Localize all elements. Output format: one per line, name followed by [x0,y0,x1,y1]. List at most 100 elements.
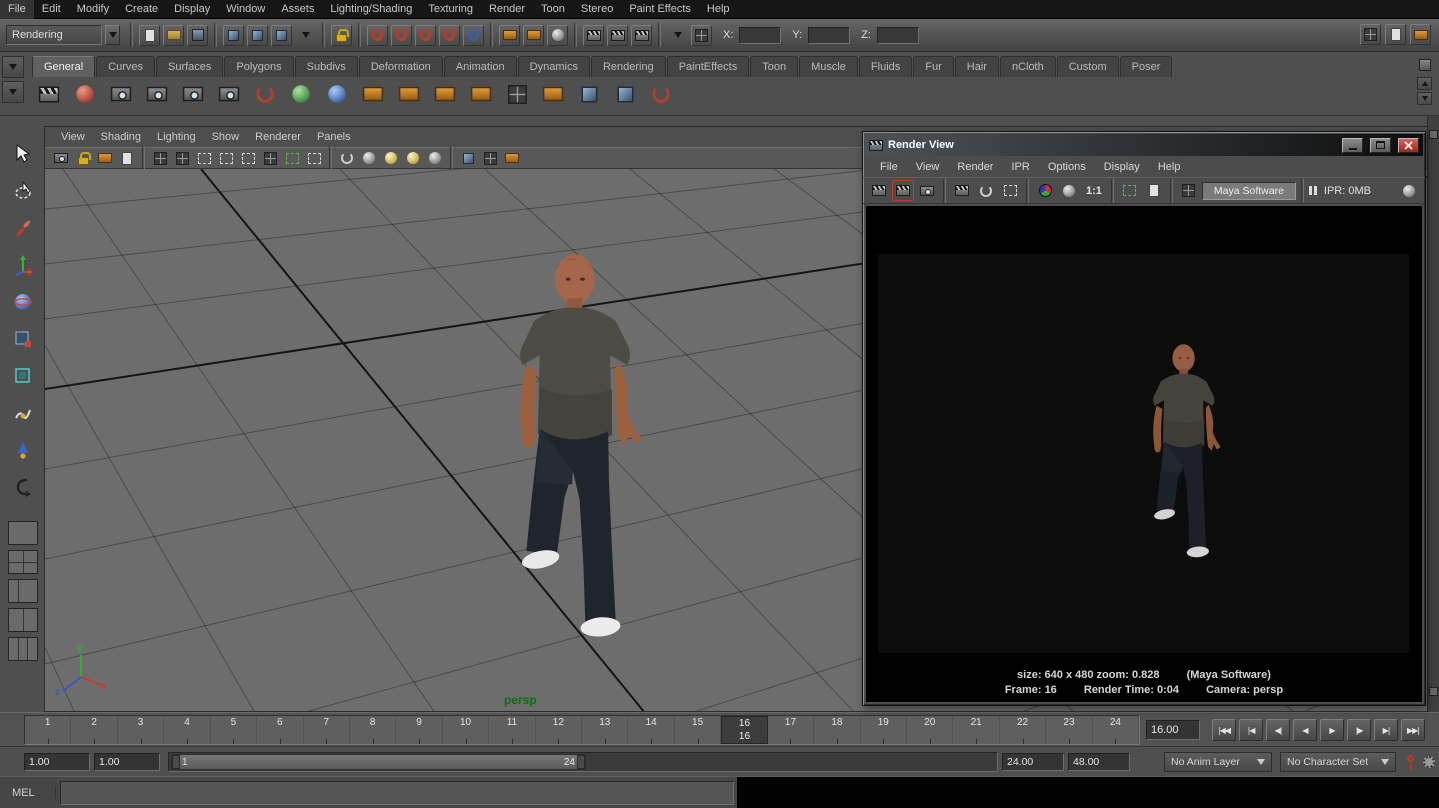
layout-three-pane-icon[interactable] [8,637,38,661]
toggle-ui-top-icon[interactable] [1429,130,1438,139]
timeline-ruler[interactable]: 16 16 1234567891011121314151617181920212… [24,715,1140,745]
range-slider-handle[interactable]: 1 24 [171,754,586,770]
connection-editor-icon[interactable] [538,79,568,109]
close-button[interactable] [1398,138,1419,153]
image-plane-icon[interactable] [150,149,170,167]
shelf-tab[interactable]: Deformation [359,56,443,77]
playback-button-play-backward[interactable]: ◀ [1293,719,1317,741]
playback-start-field[interactable] [94,753,160,771]
timeline-tick[interactable]: 5 [211,716,257,744]
menubar-item[interactable]: Window [218,0,273,19]
channel-box-toggle-icon[interactable] [1410,24,1431,45]
shelf-tab[interactable]: Curves [96,56,155,77]
isolate-select-icon[interactable] [458,149,478,167]
timeline-tick[interactable]: 14 [628,716,674,744]
container-icon[interactable] [574,79,604,109]
timeline-tick[interactable]: 19 [861,716,907,744]
construction-history-icon[interactable] [547,25,568,46]
menubar-item[interactable]: Display [166,0,218,19]
timeline-tick[interactable]: 13 [582,716,628,744]
rotate-sphere-icon[interactable] [286,79,316,109]
lasso-tool-icon[interactable] [7,175,39,207]
shelf-scroll-down-icon[interactable] [1417,92,1432,105]
shelf-tab[interactable]: Toon [750,56,798,77]
minimize-button[interactable] [1342,138,1363,153]
timeline-tick[interactable]: 4 [164,716,210,744]
timeline-tick[interactable]: 6 [257,716,303,744]
timeline-tick[interactable]: 8 [350,716,396,744]
stacked-container-icon[interactable] [610,79,640,109]
shaded-sphere-icon[interactable] [322,79,352,109]
playback-button-step-forward-key[interactable]: ▶| [1374,719,1398,741]
menubar-item[interactable]: Texturing [420,0,481,19]
x-coordinate-input[interactable] [739,27,781,44]
snap-to-grid-icon[interactable] [367,25,388,46]
animation-preferences-icon[interactable] [1418,751,1439,772]
character-model[interactable] [477,245,667,663]
node-graph-icon[interactable] [430,79,460,109]
snap-to-view-plane-icon[interactable] [439,25,460,46]
wireframe-display-icon[interactable] [337,149,357,167]
timeline-tick[interactable]: 21 [953,716,999,744]
shelf-tab[interactable]: Custom [1057,56,1119,77]
timeline-tick[interactable]: 9 [396,716,442,744]
playback-button-go-to-start[interactable]: |◀◀ [1212,719,1236,741]
shaded-display-icon[interactable] [359,149,379,167]
bookmark-icon[interactable] [117,149,137,167]
camera-attributes-icon[interactable] [95,149,115,167]
keep-image-icon[interactable] [1143,180,1165,201]
resolution-gate-icon[interactable] [216,149,236,167]
select-hierarchy-icon[interactable] [223,25,244,46]
shelf-tab[interactable]: Dynamics [518,56,590,77]
command-line-language-toggle[interactable]: MEL [0,787,56,799]
scale-tool-icon[interactable] [7,323,39,355]
timeline-tick[interactable]: 2 [71,716,117,744]
universal-manipulator-tool-icon[interactable] [7,360,39,392]
display-rgb-channels-icon[interactable] [1034,180,1056,201]
lock-camera-icon[interactable] [73,149,93,167]
xray-display-icon[interactable] [480,149,500,167]
shelf-tab[interactable]: Surfaces [156,56,223,77]
render-view-menu-item[interactable]: IPR [1002,161,1038,173]
select-object-icon[interactable] [247,25,268,46]
menubar-item[interactable]: Lighting/Shading [322,0,420,19]
last-tool-icon[interactable] [7,471,39,503]
ipr-render-icon[interactable] [607,25,628,46]
shelf-menu-icon[interactable] [2,81,24,103]
menubar-item[interactable]: Help [699,0,738,19]
viewport-menu-item[interactable]: Shading [93,131,149,143]
menubar-item[interactable]: Assets [273,0,322,19]
redo-previous-render-icon[interactable] [892,180,914,201]
timeline-tick[interactable]: 20 [907,716,953,744]
renderer-selector[interactable]: Maya Software [1202,182,1296,200]
open-scene-icon[interactable] [163,25,184,46]
render-view-menu-item[interactable]: Render [948,161,1002,173]
grid-icon[interactable] [172,149,192,167]
render-icon[interactable] [868,180,890,201]
show-manipulator-tool-icon[interactable] [7,434,39,466]
shelf-tab[interactable]: Poser [1120,56,1173,77]
layout-two-pane-icon[interactable] [8,608,38,632]
viewport-menu-item[interactable]: Lighting [149,131,204,143]
safe-action-icon[interactable] [282,149,302,167]
viewport-menu-item[interactable]: Panels [309,131,359,143]
shelf-scroll-up-icon[interactable] [1417,77,1432,90]
scene-slate-icon[interactable] [34,79,64,109]
gate-mask-icon[interactable] [238,149,258,167]
menubar-item[interactable]: Modify [69,0,117,19]
selection-mask-dropdown-icon[interactable] [295,25,316,46]
menubar-item[interactable]: Toon [533,0,573,19]
command-line-input[interactable] [60,781,734,805]
shelf-tab[interactable]: Animation [444,56,517,77]
shelf-tab[interactable]: Fluids [859,56,912,77]
z-coordinate-input[interactable] [877,27,919,44]
rendered-image[interactable] [878,254,1409,653]
field-chart-icon[interactable] [260,149,280,167]
use-all-lights-icon[interactable] [403,149,423,167]
safe-title-icon[interactable] [304,149,324,167]
render-view-menu-item[interactable]: Options [1039,161,1095,173]
menu-set-dropdown-icon[interactable] [105,25,120,45]
playback-button-play-forward[interactable]: ▶ [1320,719,1344,741]
shelf-tab[interactable]: Subdivs [295,56,358,77]
grid-toggle-icon[interactable] [691,25,712,46]
